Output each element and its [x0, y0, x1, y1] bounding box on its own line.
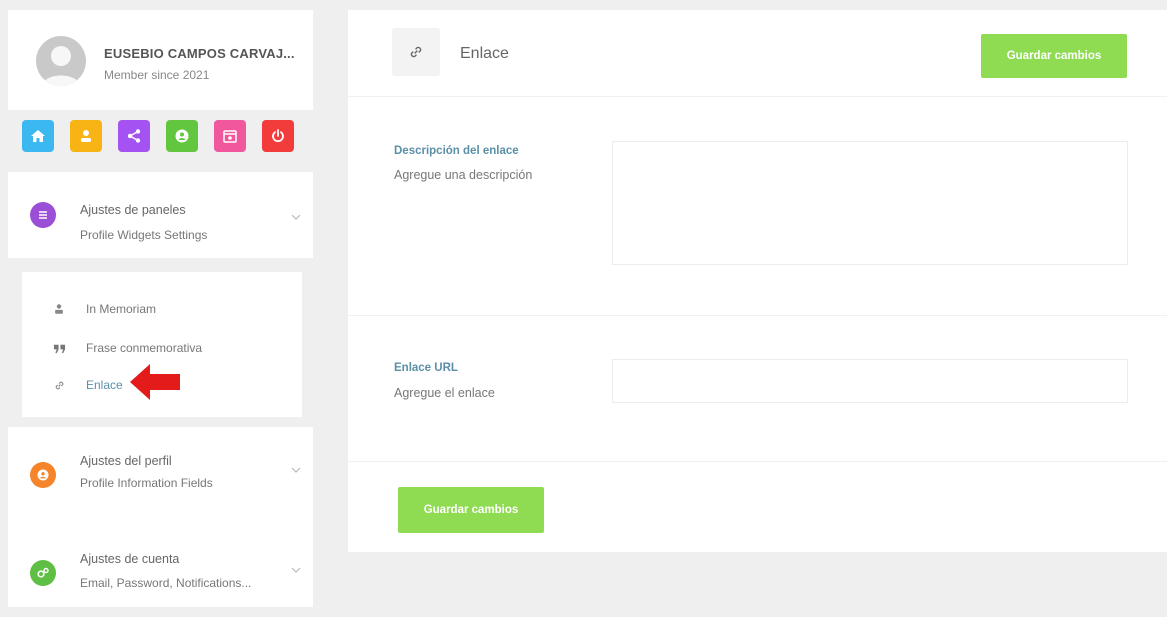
profile-icon[interactable]: [166, 120, 198, 152]
link-icon: [392, 28, 440, 76]
home-icon[interactable]: [22, 120, 54, 152]
group-panels-subtitle: Profile Widgets Settings: [80, 228, 208, 242]
link-icon: [52, 378, 66, 392]
main-panel: Enlace Guardar cambios Descripción del e…: [348, 10, 1167, 552]
group-profile-title: Ajustes del perfil: [80, 454, 172, 468]
group-profile-subtitle: Profile Information Fields: [80, 476, 213, 490]
pointer-arrow-icon: [130, 364, 180, 400]
group-panels[interactable]: Ajustes de paneles Profile Widgets Setti…: [8, 172, 313, 258]
user-name: EUSEBIO CAMPOS CARVAJ...: [104, 46, 295, 61]
submenu-item-label: Frase conmemorativa: [86, 341, 203, 355]
save-button-bottom[interactable]: Guardar cambios: [398, 487, 544, 533]
user-card: EUSEBIO CAMPOS CARVAJ... Member since 20…: [8, 10, 313, 110]
avatar[interactable]: [36, 36, 86, 86]
page-title: Enlace: [460, 45, 509, 62]
quick-nav: [8, 120, 313, 168]
sliders-icon: [30, 202, 56, 228]
share-icon[interactable]: [118, 120, 150, 152]
url-label: Enlace URL: [394, 362, 458, 374]
divider: [348, 461, 1167, 462]
description-label: Descripción del enlace: [394, 145, 519, 157]
chevron-down-icon[interactable]: [291, 565, 301, 575]
calendar-icon[interactable]: [214, 120, 246, 152]
member-since: Member since 2021: [104, 68, 210, 82]
url-hint: Agregue el enlace: [394, 386, 495, 400]
submenu-item-label: In Memoriam: [86, 302, 157, 316]
divider: [348, 96, 1167, 97]
power-icon[interactable]: [262, 120, 294, 152]
submenu-item-in-memoriam[interactable]: In Memoriam: [52, 300, 156, 318]
submenu-item-label: Enlace: [86, 378, 123, 392]
person-icon: [52, 302, 66, 316]
group-account-title: Ajustes de cuenta: [80, 552, 180, 566]
group-account[interactable]: Ajustes de cuenta Email, Password, Notif…: [8, 520, 313, 607]
user-icon[interactable]: [70, 120, 102, 152]
group-panels-title: Ajustes de paneles: [80, 203, 186, 217]
submenu-item-enlace[interactable]: Enlace: [52, 376, 123, 394]
sidebar: EUSEBIO CAMPOS CARVAJ... Member since 20…: [8, 10, 313, 607]
divider: [348, 315, 1167, 316]
submenu-item-frase[interactable]: Frase conmemorativa: [52, 339, 202, 357]
gears-icon: [30, 560, 56, 586]
chevron-down-icon[interactable]: [291, 212, 301, 222]
save-button-top[interactable]: Guardar cambios: [981, 34, 1127, 78]
url-input[interactable]: [612, 359, 1128, 403]
group-profile[interactable]: Ajustes del perfil Profile Information F…: [8, 427, 313, 520]
description-textarea[interactable]: [612, 141, 1128, 265]
quote-icon: [52, 341, 66, 355]
description-hint: Agregue una descripción: [394, 168, 533, 182]
group-account-subtitle: Email, Password, Notifications...: [80, 576, 252, 590]
chevron-down-icon[interactable]: [291, 465, 301, 475]
profile-circle-icon: [30, 462, 56, 488]
